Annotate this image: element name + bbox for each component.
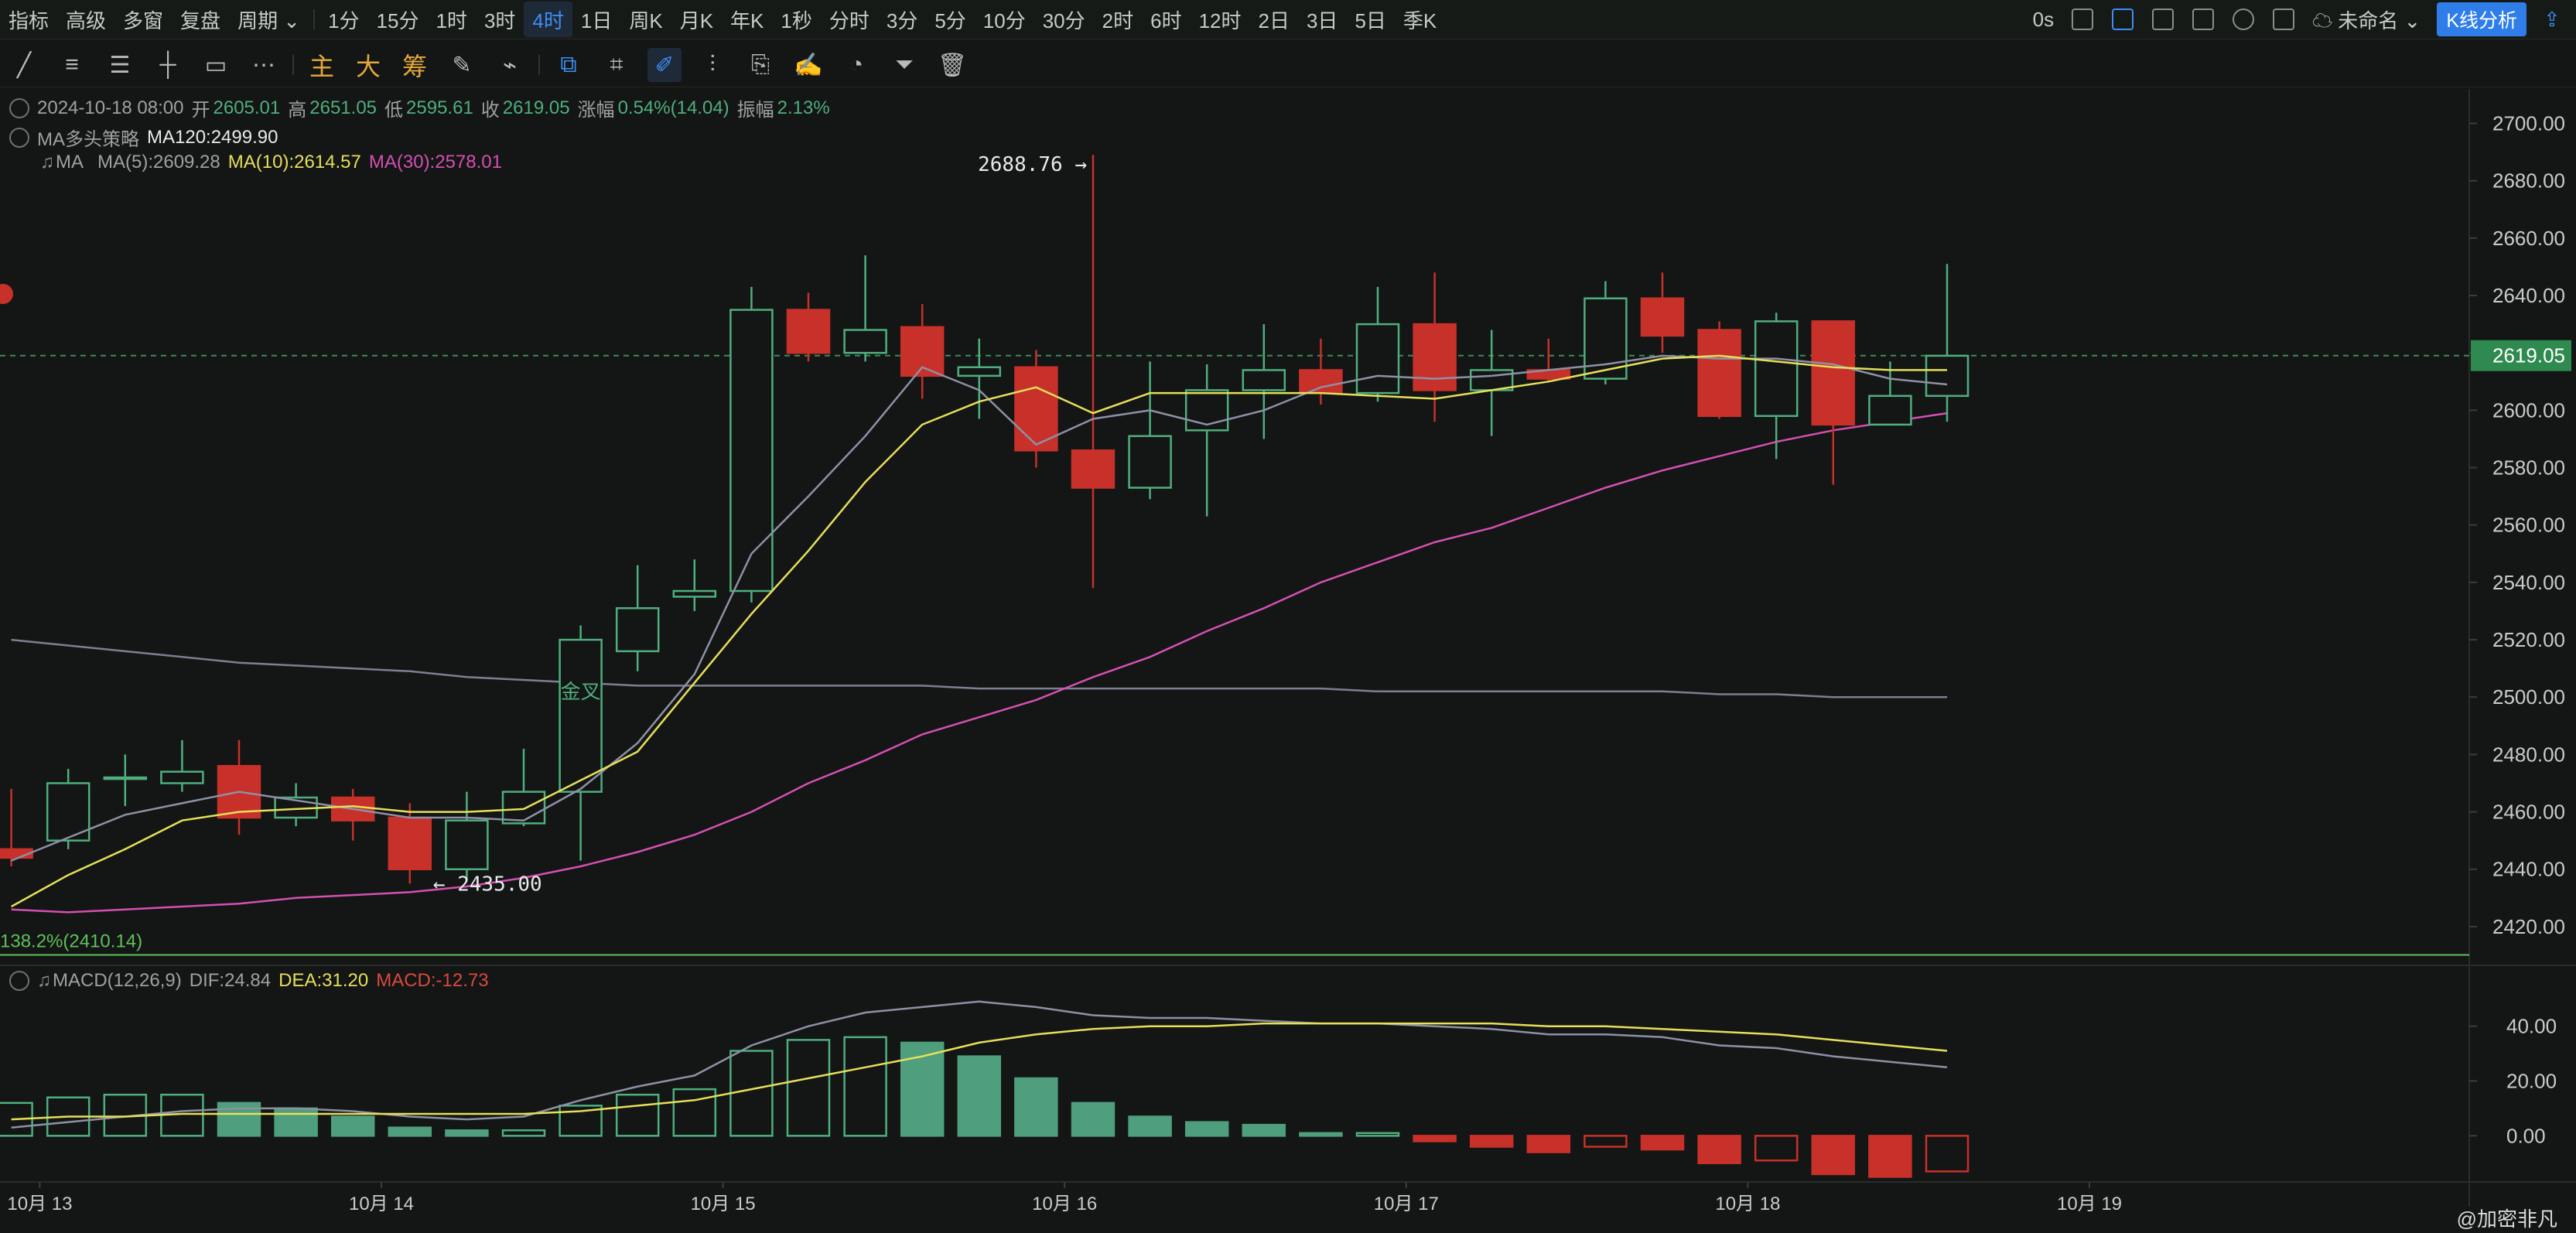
y-tick-label: 2660.00 <box>2492 227 2565 250</box>
y-tick-label: 2580.00 <box>2492 456 2565 480</box>
macd-histogram-bar <box>1299 1132 1343 1137</box>
chart-canvas[interactable]: 2700.002680.002660.002640.002620.002600.… <box>0 0 2576 1233</box>
y-tick-label: 2540.00 <box>2492 571 2565 594</box>
macd-histogram-bar <box>729 1050 774 1137</box>
macd-histogram-bar <box>388 1126 432 1137</box>
candle-body[interactable] <box>729 309 774 593</box>
macd-histogram-bar <box>1584 1135 1628 1148</box>
high-annotation: 2688.76 → <box>978 153 1087 176</box>
macd-histogram-bar <box>1071 1102 1115 1137</box>
last-price-text: 2619.05 <box>2492 344 2565 367</box>
ma10-line <box>10 354 1947 908</box>
macd-histogram-bar <box>1469 1135 1514 1148</box>
macd-histogram-bar <box>1640 1135 1685 1151</box>
cross-annotation: 金叉 <box>561 680 601 703</box>
y-tick-label: 2700.00 <box>2492 112 2565 135</box>
macd-histogram-bar <box>1526 1135 1571 1153</box>
candle-body[interactable] <box>559 638 603 793</box>
x-tick-label: 10月 19 <box>2057 1194 2122 1214</box>
macd-y-tick-label: 40.00 <box>2506 1015 2557 1038</box>
candle-body[interactable] <box>843 329 887 354</box>
candle-body[interactable] <box>1299 369 1343 394</box>
candle-body[interactable] <box>1242 369 1286 391</box>
y-tick-label: 2440.00 <box>2492 858 2565 881</box>
macd-histogram-bar <box>1754 1135 1799 1162</box>
macd-histogram-bar <box>615 1093 660 1137</box>
y-tick-label: 2560.00 <box>2492 514 2565 537</box>
candle-body[interactable] <box>1925 354 1970 398</box>
macd-histogram-bar <box>1184 1121 1229 1137</box>
candle-body[interactable] <box>1128 435 1172 489</box>
y-tick-label: 2420.00 <box>2492 915 2565 938</box>
macd-histogram-bar <box>957 1055 1002 1137</box>
candle-body[interactable] <box>1697 329 1741 418</box>
macd-histogram-bar <box>672 1088 717 1137</box>
candle-body[interactable] <box>672 589 717 598</box>
x-tick-label: 10月 15 <box>691 1194 756 1214</box>
macd-histogram-bar <box>445 1129 489 1137</box>
y-tick-label: 2640.00 <box>2492 284 2565 307</box>
macd-histogram-bar <box>1014 1077 1058 1137</box>
y-tick-label: 2480.00 <box>2492 743 2565 766</box>
alert-dot-icon[interactable] <box>0 284 13 304</box>
y-tick-label: 2600.00 <box>2492 398 2565 422</box>
candle-body[interactable] <box>786 309 831 354</box>
candle-body[interactable] <box>1868 394 1912 426</box>
macd-histogram-bar <box>1868 1135 1912 1178</box>
macd-histogram-bar <box>843 1036 887 1137</box>
candle-body[interactable] <box>501 791 546 825</box>
macd-histogram-bar <box>1128 1115 1172 1137</box>
candle-body[interactable] <box>1413 323 1457 391</box>
candle-body[interactable] <box>1071 449 1115 489</box>
macd-histogram-bar <box>330 1115 375 1137</box>
candle-body[interactable] <box>1355 323 1400 394</box>
candle-body[interactable] <box>1811 320 1856 426</box>
macd-histogram-bar <box>786 1039 831 1137</box>
candle-body[interactable] <box>615 607 660 653</box>
macd-histogram-bar <box>501 1129 546 1137</box>
candle-body[interactable] <box>103 776 148 780</box>
ma30-line <box>11 412 1948 914</box>
candle-body[interactable] <box>160 770 204 784</box>
macd-histogram-bar <box>274 1107 318 1137</box>
x-tick-label: 10月 14 <box>349 1194 414 1214</box>
macd-y-tick-label: 0.00 <box>2506 1124 2546 1147</box>
x-tick-label: 10月 16 <box>1032 1194 1097 1214</box>
y-tick-label: 2520.00 <box>2492 628 2565 651</box>
candle-body[interactable] <box>388 816 432 870</box>
candle-body[interactable] <box>1754 320 1799 418</box>
macd-histogram-bar <box>1242 1123 1286 1137</box>
x-tick-label: 10月 13 <box>7 1194 72 1214</box>
y-tick-label: 2500.00 <box>2492 685 2565 709</box>
fib-label: 138.2%(2410.14) <box>0 931 142 951</box>
macd-histogram-bar <box>1811 1135 1856 1176</box>
watermark: @加密非凡 <box>2456 1207 2557 1231</box>
macd-histogram-bar <box>1697 1135 1741 1165</box>
y-tick-label: 2680.00 <box>2492 169 2565 193</box>
ma5-line <box>11 354 1948 862</box>
y-tick-label: 2460.00 <box>2492 801 2565 824</box>
low-annotation: ← 2435.00 <box>433 873 542 896</box>
candle-body[interactable] <box>957 366 1002 377</box>
macd-histogram-bar <box>1413 1135 1457 1142</box>
x-tick-label: 10月 18 <box>1715 1194 1780 1214</box>
ma120-line <box>11 638 1947 698</box>
macd-y-tick-label: 20.00 <box>2506 1070 2557 1093</box>
x-tick-label: 10月 17 <box>1374 1194 1439 1214</box>
macd-histogram-bar <box>1355 1132 1400 1137</box>
candle-body[interactable] <box>1640 297 1685 337</box>
macd-histogram-bar <box>1925 1135 1970 1173</box>
candle-body[interactable] <box>445 819 489 870</box>
